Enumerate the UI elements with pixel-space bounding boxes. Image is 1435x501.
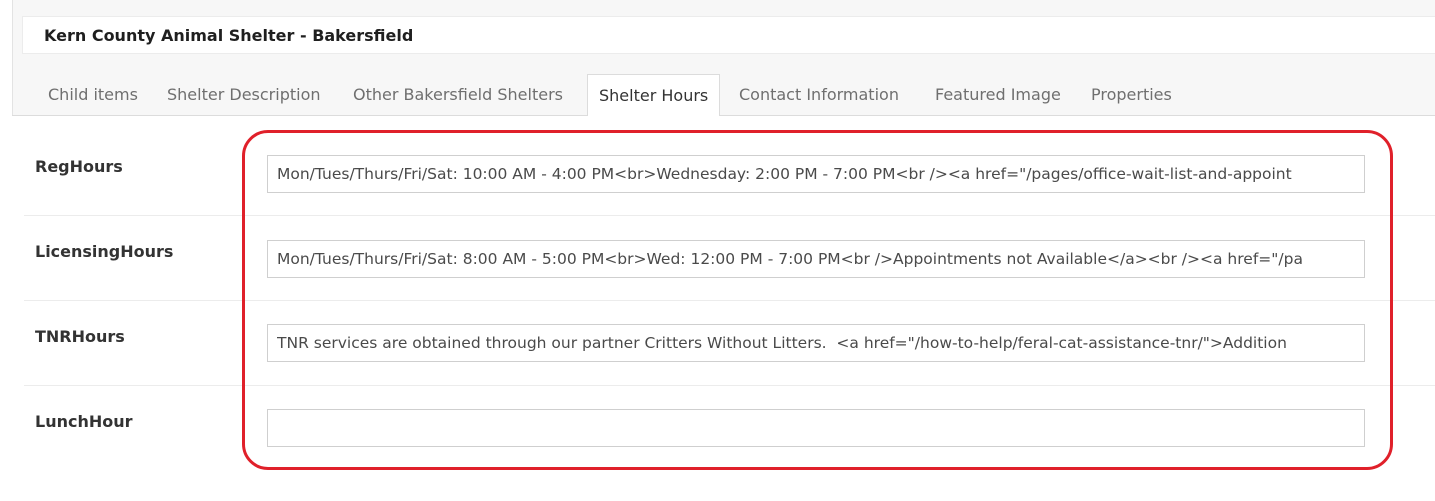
- tab-featured-image[interactable]: Featured Image: [935, 74, 1061, 116]
- tab-properties[interactable]: Properties: [1091, 74, 1172, 116]
- tab-contact-information[interactable]: Contact Information: [739, 74, 899, 116]
- tab-child-items[interactable]: Child items: [48, 74, 138, 116]
- document-title-bar: Kern County Animal Shelter - Bakersfield: [22, 16, 1435, 54]
- field-divider: [24, 215, 1435, 216]
- lunchhour-label: LunchHour: [35, 412, 133, 431]
- licensinghours-label: LicensingHours: [35, 242, 174, 261]
- document-title: Kern County Animal Shelter - Bakersfield: [44, 26, 414, 45]
- field-divider: [24, 300, 1435, 301]
- field-divider: [24, 385, 1435, 386]
- tab-other-bakersfield-shelters[interactable]: Other Bakersfield Shelters: [353, 74, 563, 116]
- tnrhours-input[interactable]: [267, 324, 1365, 362]
- reghours-input[interactable]: [267, 155, 1365, 193]
- tab-shelter-hours[interactable]: Shelter Hours: [587, 74, 721, 117]
- tab-bar: Child items Shelter Description Other Ba…: [12, 74, 1435, 117]
- lunchhour-input[interactable]: [267, 409, 1365, 447]
- licensinghours-input[interactable]: [267, 240, 1365, 278]
- tab-shelter-description[interactable]: Shelter Description: [167, 74, 321, 116]
- tnrhours-label: TNRHours: [35, 327, 125, 346]
- reghours-label: RegHours: [35, 157, 123, 176]
